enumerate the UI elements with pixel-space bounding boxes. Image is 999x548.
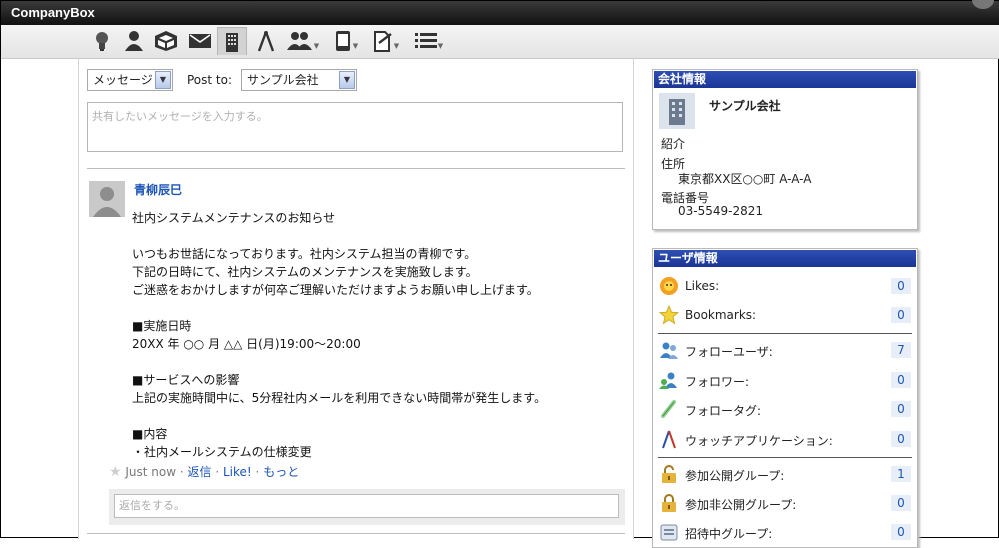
box-icon[interactable]	[151, 27, 181, 55]
stat-label: 参加非公開グループ:	[685, 498, 797, 512]
stat-count[interactable]: 0	[891, 401, 911, 417]
stat-row-private-groups[interactable]: 参加非公開グループ: 0	[659, 493, 913, 513]
follow-users-icon	[659, 340, 679, 360]
post-line: ・社内メールシステムの仕様変更	[132, 445, 312, 459]
stat-row-public-groups[interactable]: 参加公開グループ: 1	[659, 464, 913, 484]
company-icon[interactable]	[217, 27, 247, 55]
chevron-down-icon: ▼	[437, 42, 444, 50]
group-icon[interactable]: ▼	[285, 27, 321, 55]
post-line: ご迷惑をおかけしますが何卒ご理解いただけますようお願い申し上げます。	[132, 283, 539, 297]
company-logo	[659, 93, 695, 129]
stat-row-likes[interactable]: Likes: 0	[659, 276, 913, 296]
more-link[interactable]: もっと	[263, 465, 299, 479]
list-icon[interactable]: ▼	[411, 27, 447, 55]
post-line: ■サービスへの影響	[132, 373, 240, 387]
post-line: 下記の日時にて、社内システムのメンテナンスを実施致します。	[132, 265, 478, 279]
post-line: ■内容	[132, 427, 168, 441]
stat-count[interactable]: 0	[891, 307, 911, 323]
post-to-select[interactable]: サンプル会社 ▼	[241, 69, 357, 91]
private-group-lock-icon	[659, 493, 679, 513]
intro-label: 紹介	[661, 137, 686, 151]
stat-count[interactable]: 0	[891, 431, 911, 447]
chevron-down-icon: ▼	[313, 42, 320, 50]
phone-value: 03-5549-2821	[678, 204, 764, 218]
message-type-value: メッセージ	[93, 73, 153, 87]
user-icon[interactable]	[119, 27, 149, 55]
stat-label: 参加公開グループ:	[685, 469, 785, 483]
stat-row-invited-groups[interactable]: 招待中グループ: 0	[659, 522, 913, 542]
stat-count[interactable]: 0	[891, 372, 911, 388]
post-line: 20XX 年 ○○ 月 △△ 日(月)19:00～20:00	[132, 337, 361, 351]
main-toolbar: ▼ ▼ ▼ ▼	[1, 25, 999, 59]
stat-row-watch-apps[interactable]: ウォッチアプリケーション: 0	[659, 429, 913, 449]
stat-row-bookmarks[interactable]: Bookmarks: 0	[658, 304, 913, 325]
likes-icon	[659, 276, 679, 296]
reply-area: 返信をする。	[109, 489, 625, 525]
reply-link[interactable]: 返信	[188, 465, 212, 479]
user-info-card: ユーザ情報 Likes: 0 Bookmarks: 0 フォローユーザ: 7 フ…	[652, 248, 918, 548]
post-divider	[87, 533, 625, 534]
post-line: ■実施日時	[132, 319, 192, 333]
watch-apps-icon	[659, 429, 679, 449]
address-value: 東京都XX区○○町 A-A-A	[678, 172, 812, 186]
stat-count[interactable]: 0	[891, 278, 911, 294]
company-name: サンプル会社	[709, 99, 781, 113]
bookmark-star-icon	[658, 304, 680, 325]
post-author[interactable]: 青柳辰巳	[134, 181, 182, 198]
stats-separator	[658, 457, 912, 458]
stat-count[interactable]: 7	[891, 342, 911, 358]
post-actions: ★ Just now · 返信 · Like! · もっと	[109, 464, 300, 480]
message-type-select[interactable]: メッセージ ▼	[87, 69, 173, 91]
company-info-header: 会社情報	[654, 71, 916, 88]
stat-label: 招待中グループ:	[685, 527, 773, 541]
app-title: CompanyBox	[11, 5, 95, 20]
window-corner	[972, 0, 994, 9]
post-line: 上記の実施時間中に、5分程社内メールを利用できない時間帯が発生します。	[132, 391, 547, 405]
stat-label: Likes:	[685, 279, 720, 293]
star-icon[interactable]: ★	[109, 464, 122, 480]
reply-input[interactable]: 返信をする。	[114, 494, 619, 518]
invited-group-icon	[659, 522, 679, 542]
chevron-down-icon: ▼	[393, 42, 400, 50]
chevron-down-icon: ▼	[155, 71, 171, 89]
composer-divider	[87, 168, 625, 169]
stat-count[interactable]: 1	[891, 466, 911, 482]
public-group-lock-icon	[659, 464, 679, 484]
app-titlebar: CompanyBox	[1, 0, 999, 25]
like-link[interactable]: Like!	[223, 465, 252, 479]
timeline-panel: メッセージ ▼ Post to: サンプル会社 ▼ 共有したいメッセージを入力す…	[78, 59, 634, 539]
stat-label: ウォッチアプリケーション:	[685, 434, 833, 448]
follow-tags-icon	[659, 399, 679, 419]
stat-label: フォロータグ:	[685, 404, 762, 418]
post-to-value: サンプル会社	[247, 73, 319, 87]
post-time: Just now	[125, 465, 177, 479]
followers-icon	[659, 370, 679, 390]
post-line: 社内システムメンテナンスのお知らせ	[132, 211, 336, 225]
stat-row-follow-users[interactable]: フォローユーザ: 7	[659, 340, 913, 360]
mail-icon[interactable]	[185, 27, 215, 55]
stat-count[interactable]: 0	[891, 495, 911, 511]
stat-row-followers[interactable]: フォロワー: 0	[659, 370, 913, 390]
stat-label: フォロワー:	[685, 375, 750, 389]
stats-separator	[658, 333, 912, 334]
compass-icon[interactable]	[251, 27, 281, 55]
chevron-down-icon: ▼	[352, 42, 359, 50]
chevron-down-icon: ▼	[339, 71, 355, 89]
idea-icon[interactable]	[87, 27, 117, 55]
post-line: いつもお世話になっております。社内システム担当の青柳です。	[132, 247, 477, 261]
stat-row-follow-tags[interactable]: フォロータグ: 0	[659, 399, 913, 419]
message-input[interactable]: 共有したいメッセージを入力する。	[87, 102, 623, 152]
stat-label: Bookmarks:	[685, 308, 757, 322]
device-icon[interactable]: ▼	[328, 27, 364, 55]
post-to-label: Post to:	[187, 73, 233, 87]
user-info-header: ユーザ情報	[654, 250, 916, 267]
document-icon[interactable]: ▼	[368, 27, 404, 55]
avatar[interactable]	[89, 181, 125, 217]
company-info-card: 会社情報 サンプル会社 紹介 住所 東京都XX区○○町 A-A-A 電話番号 0…	[652, 69, 918, 230]
stat-label: フォローユーザ:	[685, 345, 773, 359]
